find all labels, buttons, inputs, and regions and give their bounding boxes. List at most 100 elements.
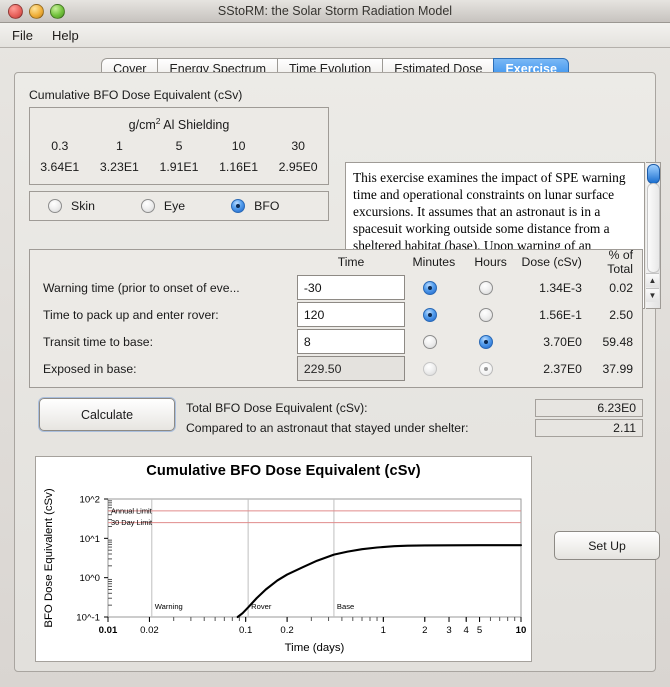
compare-shelter-label: Compared to an astronaut that stayed und… — [186, 421, 469, 435]
header-dose: Dose (cSv) — [521, 255, 582, 269]
shielding-header-unit: g/cm — [128, 118, 156, 133]
row-label-transit: Transit time to base: — [43, 334, 153, 349]
svg-text:10^0: 10^0 — [79, 573, 100, 584]
organ-selector-group: Skin Eye BFO — [29, 191, 329, 221]
svg-text:10^2: 10^2 — [79, 495, 100, 506]
shielding-dose-4: 2.95E0 — [278, 160, 318, 175]
svg-text:Base: Base — [337, 602, 354, 611]
svg-text:10^1: 10^1 — [79, 534, 100, 545]
svg-text:Annual Limit: Annual Limit — [111, 506, 152, 515]
total-dose-value: 6.23E0 — [535, 399, 643, 417]
menu-help[interactable]: Help — [49, 27, 82, 44]
svg-text:Time (days): Time (days) — [285, 642, 345, 654]
header-percent: % of Total — [607, 248, 634, 276]
window-controls — [8, 4, 65, 19]
exercise-panel: Cumulative BFO Dose Equivalent (cSv) g/c… — [14, 72, 661, 672]
svg-text:3: 3 — [446, 625, 451, 636]
radio-packup-minutes-icon[interactable] — [422, 307, 437, 322]
svg-text:30 Day Limit: 30 Day Limit — [111, 518, 152, 527]
scroll-up-arrow-icon[interactable]: ▲ — [646, 273, 659, 287]
shielding-dose-0: 3.64E1 — [40, 160, 80, 175]
calculate-button[interactable]: Calculate — [39, 398, 175, 431]
header-minutes: Minutes — [412, 255, 456, 269]
input-warning-time[interactable]: -30 — [296, 275, 406, 300]
radio-base-hours-icon — [479, 361, 494, 376]
radio-transit-hours-icon[interactable] — [479, 334, 494, 349]
radio-skin-label: Skin — [71, 199, 95, 213]
chart-title: Cumulative BFO Dose Equivalent (cSv) — [146, 463, 421, 479]
shielding-thickness-1: 1 — [115, 139, 123, 154]
set-up-button[interactable]: Set Up — [554, 531, 660, 560]
dose-warning-time: 1.34E-3 — [539, 280, 582, 295]
dose-chart-panel: Cumulative BFO Dose Equivalent (cSv) 10^… — [35, 456, 532, 662]
table-row: Warning time (prior to onset of eve... -… — [30, 274, 642, 301]
title-bar: SStoRM: the Solar Storm Radiation Model — [0, 0, 670, 23]
shielding-dose-1: 3.23E1 — [99, 160, 139, 175]
header-time: Time — [337, 255, 365, 269]
dose-chart-svg: 10^-1 10^0 10^1 10^2 0.01 0.02 0.1 0.2 1 2 3 4 5 10 Wa… — [43, 488, 527, 654]
app-window: SStoRM: the Solar Storm Radiation Model … — [0, 0, 670, 687]
scrollbar-thumb[interactable] — [647, 164, 660, 184]
shielding-thickness-0: 0.3 — [51, 139, 69, 154]
row-label-pack-up: Time to pack up and enter rover: — [43, 307, 219, 322]
shielding-header-rest: Al Shielding — [160, 118, 230, 133]
svg-text:0.02: 0.02 — [140, 625, 159, 636]
shielding-dose-row: 3.64E1 3.23E1 1.91E1 1.16E1 2.95E0 — [30, 160, 328, 174]
radio-base-minutes-icon — [422, 361, 437, 376]
total-dose-label: Total BFO Dose Equivalent (cSv): — [186, 401, 368, 415]
menu-bar: File Help — [0, 23, 670, 48]
percent-transit: 59.48 — [602, 334, 634, 349]
shielding-table: g/cm2 Al Shielding 0.3 1 5 10 30 3.64E1 … — [29, 107, 329, 185]
table-header-row: Time Minutes Hours Dose (cSv) % of Total — [30, 248, 642, 276]
scrollbar-track[interactable] — [647, 183, 660, 273]
description-scrollbar[interactable]: ▲ ▼ — [646, 162, 661, 309]
svg-text:0.1: 0.1 — [239, 625, 252, 636]
radio-packup-hours-icon[interactable] — [479, 307, 494, 322]
shielding-thickness-4: 30 — [291, 139, 306, 154]
svg-text:4: 4 — [464, 625, 470, 636]
shielding-thickness-row: 0.3 1 5 10 30 — [30, 139, 328, 153]
shielding-header: g/cm2 Al Shielding — [30, 116, 328, 132]
row-label-exposed-in-base: Exposed in base: — [43, 361, 137, 376]
radio-warning-minutes-icon[interactable] — [422, 280, 437, 295]
shielding-thickness-3: 10 — [231, 139, 246, 154]
radio-option-eye[interactable]: Eye — [140, 199, 186, 213]
input-pack-up-time[interactable]: 120 — [296, 302, 406, 327]
radio-option-bfo[interactable]: BFO — [231, 199, 279, 213]
percent-warning-time: 0.02 — [609, 280, 633, 295]
svg-text:10^-1: 10^-1 — [76, 613, 100, 624]
dose-transit: 3.70E0 — [543, 334, 582, 349]
table-row: Exposed in base: 229.50 2.37E0 37.99 — [30, 355, 642, 382]
radio-transit-minutes-icon[interactable] — [422, 334, 437, 349]
svg-text:10: 10 — [516, 625, 527, 636]
svg-text:0.2: 0.2 — [280, 625, 293, 636]
exercise-input-table: Time Minutes Hours Dose (cSv) % of Total… — [29, 248, 643, 388]
scroll-down-arrow-icon[interactable]: ▼ — [646, 288, 659, 302]
header-hours: Hours — [474, 255, 507, 269]
dose-pack-up: 1.56E-1 — [539, 307, 582, 322]
zoom-button-icon[interactable] — [50, 4, 65, 19]
radio-bfo-icon[interactable] — [231, 199, 246, 213]
radio-eye-label: Eye — [163, 199, 186, 213]
radio-option-skin[interactable]: Skin — [48, 199, 95, 213]
dose-exposed-in-base: 2.37E0 — [543, 361, 582, 376]
svg-text:BFO Dose Equivalent (cSv): BFO Dose Equivalent (cSv) — [43, 488, 55, 627]
input-transit-time[interactable]: 8 — [296, 329, 406, 354]
radio-eye-icon[interactable] — [140, 199, 155, 213]
svg-text:Rover: Rover — [251, 602, 272, 611]
shielding-dose-2: 1.91E1 — [159, 160, 199, 175]
close-button-icon[interactable] — [8, 4, 23, 19]
svg-text:2: 2 — [422, 625, 427, 636]
percent-exposed-in-base: 37.99 — [602, 361, 634, 376]
shielding-dose-3: 1.16E1 — [219, 160, 259, 175]
window-title: SStoRM: the Solar Storm Radiation Model — [217, 4, 453, 18]
radio-warning-hours-icon[interactable] — [479, 280, 494, 295]
svg-text:0.01: 0.01 — [99, 625, 118, 636]
menu-file[interactable]: File — [9, 27, 36, 44]
minimize-button-icon[interactable] — [29, 4, 44, 19]
shielding-thickness-2: 5 — [175, 139, 183, 154]
radio-skin-icon[interactable] — [48, 199, 62, 213]
table-row: Transit time to base: 8 3.70E0 59.48 — [30, 328, 642, 355]
compare-shelter-value: 2.11 — [535, 419, 643, 437]
row-label-warning-time: Warning time (prior to onset of eve... — [43, 280, 240, 295]
